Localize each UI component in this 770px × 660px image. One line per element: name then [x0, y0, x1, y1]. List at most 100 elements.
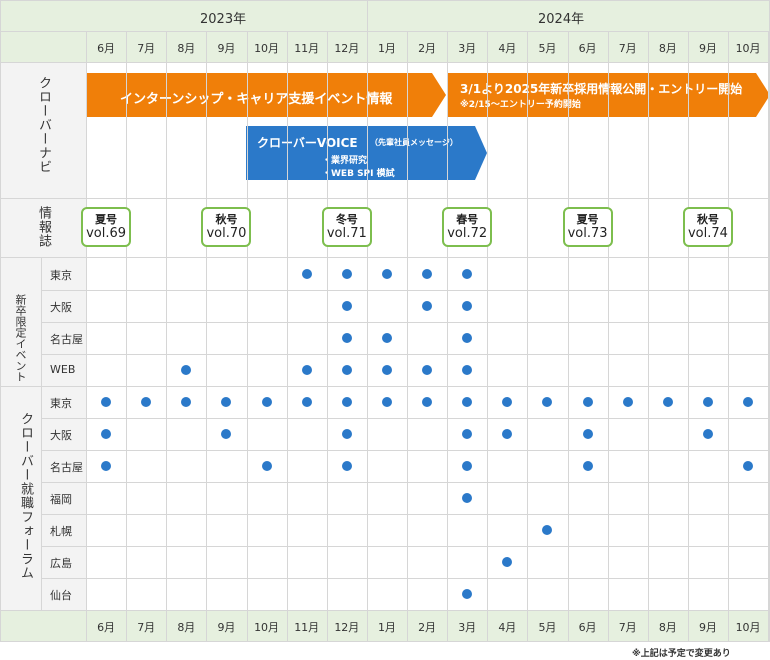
forum-dot: [702, 429, 713, 439]
magazine-season: 秋号: [215, 213, 238, 226]
month-label: 3月: [458, 42, 477, 55]
month-label: 8月: [177, 42, 196, 55]
row-divider: [41, 290, 770, 291]
row-divider: [0, 198, 770, 199]
month-label: 12月: [334, 621, 360, 634]
event-dot: [341, 365, 352, 375]
year-label-2024: 2024年: [538, 12, 585, 27]
event-dot: [381, 365, 392, 375]
event-dot: [462, 301, 473, 311]
event-dot: [462, 333, 473, 343]
column-divider: [86, 31, 87, 641]
forum-dot: [261, 461, 272, 471]
section-event-label: 新卒限定イベント: [14, 294, 27, 382]
event-dot: [381, 333, 392, 343]
month-label: 1月: [377, 621, 396, 634]
column-divider: [206, 31, 207, 641]
forum-dot: [301, 397, 312, 407]
row-divider: [41, 354, 770, 355]
event-dot: [462, 268, 473, 279]
magazine-season: 夏号: [576, 213, 599, 226]
row-divider: [41, 514, 770, 515]
column-divider: [487, 31, 488, 641]
month-label: 9月: [217, 42, 236, 55]
row-divider: [0, 0, 770, 1]
left-border: [0, 0, 1, 641]
forum-dot: [462, 429, 473, 439]
month-label: 7月: [618, 621, 637, 634]
row-divider: [41, 322, 770, 323]
event-city-label: WEB: [50, 363, 76, 376]
event-city-label: 東京: [50, 268, 72, 282]
row-divider: [41, 578, 770, 579]
month-label: 4月: [498, 42, 517, 55]
magazine-season: 秋号: [696, 213, 719, 226]
voice-bar-paren: （先輩社員メッセージ）: [370, 138, 458, 147]
magazine-box: 秋号 vol.70: [201, 207, 252, 247]
forum-dot: [422, 397, 433, 407]
forum-dot: [743, 461, 754, 471]
forum-dot: [381, 397, 392, 407]
recruit-bar-sublabel: ※2/15〜エントリー予約開始: [460, 100, 581, 110]
month-label: 11月: [294, 42, 320, 55]
event-dot: [301, 365, 312, 375]
event-dot: [422, 365, 433, 375]
magazine-box: 夏号 vol.73: [562, 207, 613, 247]
month-label: 7月: [618, 42, 637, 55]
voice-bar-title: クローバーVOICE: [257, 136, 358, 150]
row-divider: [41, 546, 770, 547]
forum-dot: [101, 397, 112, 407]
forum-city-label: 広島: [50, 557, 72, 570]
forum-dot: [702, 397, 713, 407]
forum-dot: [502, 557, 513, 567]
row-divider: [41, 482, 770, 483]
event-city-label: 大阪: [50, 301, 72, 314]
forum-dot: [502, 397, 513, 407]
forum-city-label: 大阪: [50, 429, 72, 442]
column-divider: [327, 31, 328, 641]
month-label: 6月: [97, 621, 116, 634]
month-label: 12月: [334, 42, 360, 55]
month-label: 6月: [97, 42, 116, 55]
magazine-volume: vol.71: [326, 226, 367, 241]
month-label: 7月: [137, 621, 156, 634]
month-label: 9月: [698, 621, 717, 634]
event-dot: [381, 268, 392, 279]
row-divider: [0, 386, 770, 387]
row-divider: [0, 610, 770, 611]
forum-dot: [542, 397, 553, 407]
forum-dot: [502, 429, 513, 439]
forum-city-label: 仙台: [50, 589, 72, 602]
forum-dot: [582, 461, 593, 471]
internship-bar-label: インターンシップ・キャリア支援イベント情報: [120, 92, 393, 107]
event-dot: [301, 268, 312, 279]
magazine-box: 冬号 vol.71: [321, 207, 372, 247]
forum-dot: [622, 397, 633, 407]
month-label: 6月: [578, 621, 597, 634]
row-divider: [0, 62, 770, 63]
magazine-volume: vol.74: [687, 226, 728, 241]
event-dot: [422, 301, 433, 311]
forum-dot: [221, 397, 232, 407]
schedule-chart: 2023年 2024年 クローバーナビ 情報誌 新卒限定イベント クローバー就職…: [0, 0, 770, 660]
forum-dot: [181, 397, 192, 407]
month-label: 3月: [458, 621, 477, 634]
column-divider: [166, 31, 167, 641]
row-divider: [41, 450, 770, 451]
event-dot: [462, 365, 473, 375]
event-dot: [422, 268, 433, 279]
row-divider: [41, 418, 770, 419]
section-navi-label: クローバーナビ: [36, 76, 51, 174]
forum-city-label: 札幌: [50, 525, 72, 538]
forum-dot: [462, 461, 473, 471]
magazine-volume: vol.69: [86, 226, 127, 241]
column-divider: [407, 31, 408, 641]
magazine-volume: vol.70: [206, 226, 247, 241]
month-label: 6月: [578, 42, 597, 55]
year-label-2023: 2023年: [200, 12, 247, 27]
recruit-bar-label: 3/1より2025年新卒採用情報公開・エントリー開始: [460, 82, 743, 96]
forum-dot: [101, 429, 112, 439]
forum-dot: [341, 429, 352, 439]
section-magazine-label: 情報誌: [36, 206, 51, 248]
row-divider: [0, 31, 770, 32]
